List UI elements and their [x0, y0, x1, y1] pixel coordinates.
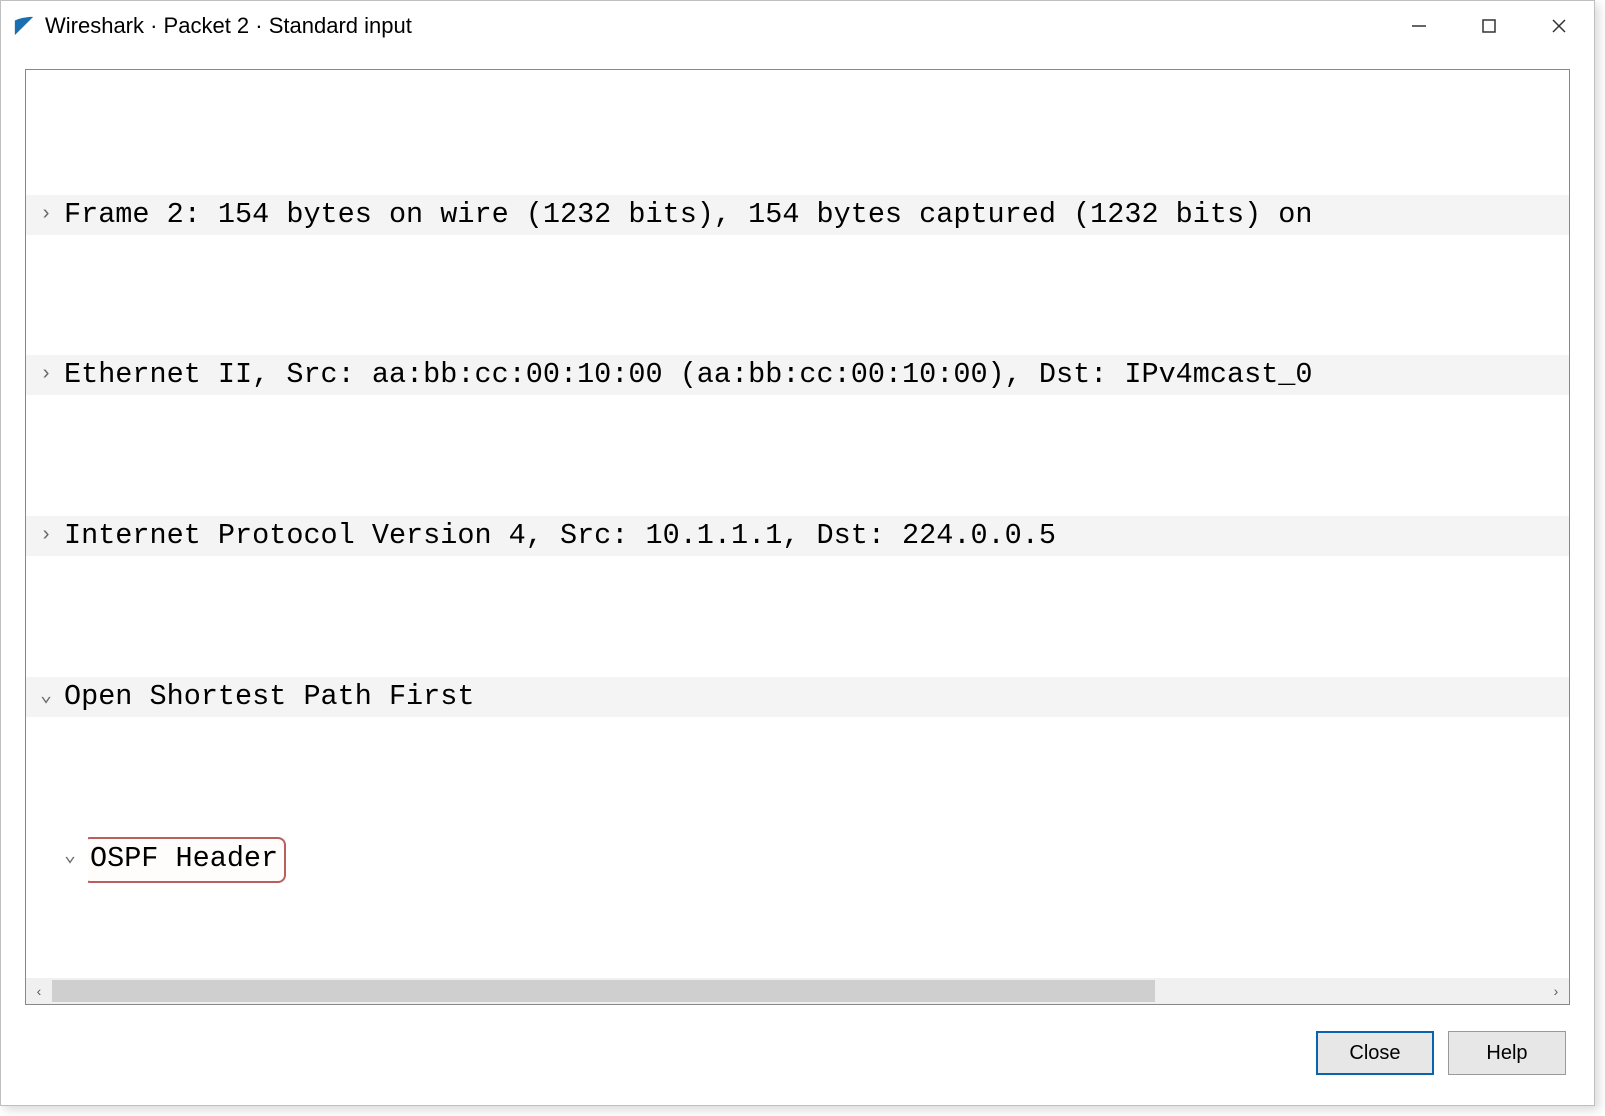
- horizontal-scrollbar[interactable]: ‹ ›: [26, 978, 1569, 1004]
- title-bar: Wireshark · Packet 2 · Standard input: [1, 1, 1594, 51]
- tree-text: OSPF Header: [88, 837, 1569, 883]
- packet-tree[interactable]: › Frame 2: 154 bytes on wire (1232 bits)…: [26, 70, 1569, 1005]
- tree-row-frame[interactable]: › Frame 2: 154 bytes on wire (1232 bits)…: [26, 195, 1569, 235]
- scrollbar-track[interactable]: [52, 978, 1543, 1004]
- tree-row-ospf-header[interactable]: ⌄ OSPF Header: [26, 837, 1569, 883]
- chevron-right-icon[interactable]: ›: [40, 516, 64, 550]
- tree-row-ethernet[interactable]: › Ethernet II, Src: aa:bb:cc:00:10:00 (a…: [26, 355, 1569, 395]
- scroll-left-icon[interactable]: ‹: [26, 978, 52, 1004]
- minimize-button[interactable]: [1384, 1, 1454, 51]
- tree-row-ip[interactable]: › Internet Protocol Version 4, Src: 10.1…: [26, 516, 1569, 556]
- window-frame: Wireshark · Packet 2 · Standard input › …: [0, 0, 1595, 1106]
- maximize-button[interactable]: [1454, 1, 1524, 51]
- tree-text: Open Shortest Path First: [64, 677, 1569, 717]
- close-window-button[interactable]: [1524, 1, 1594, 51]
- wireshark-fin-icon: [13, 15, 35, 37]
- dialog-button-bar: Close Help: [1316, 1031, 1566, 1075]
- tree-row[interactable]: Version: 2: [26, 1004, 1569, 1005]
- chevron-down-icon[interactable]: ⌄: [40, 677, 64, 711]
- scroll-right-icon[interactable]: ›: [1543, 978, 1569, 1004]
- ospf-header-highlight: OSPF Header: [88, 837, 286, 883]
- window-title: Wireshark · Packet 2 · Standard input: [45, 13, 412, 39]
- tree-row-ospf[interactable]: ⌄ Open Shortest Path First: [26, 677, 1569, 717]
- help-button[interactable]: Help: [1448, 1031, 1566, 1075]
- chevron-right-icon[interactable]: ›: [40, 355, 64, 389]
- chevron-down-icon[interactable]: ⌄: [64, 837, 88, 871]
- packet-details-panel: › Frame 2: 154 bytes on wire (1232 bits)…: [25, 69, 1570, 1005]
- tree-text: Ethernet II, Src: aa:bb:cc:00:10:00 (aa:…: [64, 355, 1569, 395]
- chevron-right-icon[interactable]: ›: [40, 195, 64, 229]
- tree-text: Version: 2: [40, 1004, 1569, 1005]
- scrollbar-thumb[interactable]: [52, 980, 1155, 1002]
- close-button[interactable]: Close: [1316, 1031, 1434, 1075]
- window-controls: [1384, 1, 1594, 51]
- tree-text: Internet Protocol Version 4, Src: 10.1.1…: [64, 516, 1569, 556]
- tree-text: Frame 2: 154 bytes on wire (1232 bits), …: [64, 195, 1569, 235]
